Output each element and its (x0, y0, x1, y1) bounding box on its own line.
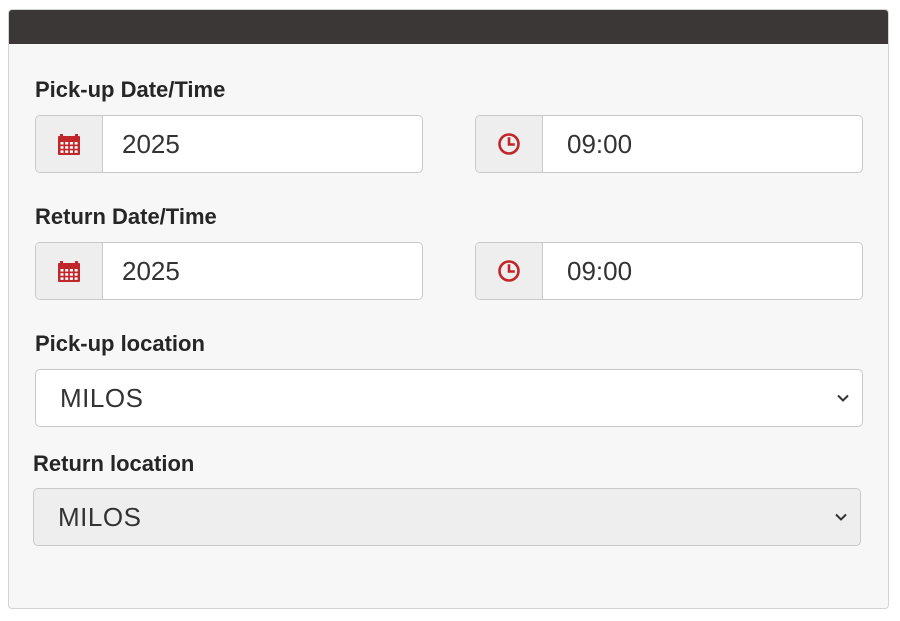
return-location-label: Return location (33, 451, 195, 476)
clock-icon (498, 133, 520, 155)
return-time-input[interactable]: 09:00 (543, 243, 862, 299)
return-date-input[interactable]: 2025 (103, 243, 422, 299)
calendar-icon (58, 261, 80, 282)
pickup-location-label: Pick-up location (35, 331, 205, 356)
pickup-location-select[interactable]: MILOS (35, 369, 863, 427)
chevron-down-icon (835, 513, 847, 521)
pickup-time-input[interactable]: 09:00 (543, 116, 862, 172)
chevron-down-icon (837, 394, 849, 402)
pickup-datetime-label: Pick-up Date/Time (35, 77, 226, 102)
pickup-time-addon[interactable] (476, 116, 543, 172)
return-time-addon[interactable] (476, 243, 543, 299)
return-date-group: 2025 (35, 242, 423, 300)
return-time-group: 09:00 (475, 242, 863, 300)
pickup-date-input[interactable]: 2025 (103, 116, 422, 172)
pickup-date-addon[interactable] (36, 116, 103, 172)
booking-panel: Pick-up Date/Time 2025 09:00 Return Date… (8, 9, 889, 609)
pickup-location-value: MILOS (60, 382, 144, 413)
return-location-value: MILOS (58, 501, 142, 532)
pickup-time-group: 09:00 (475, 115, 863, 173)
calendar-icon (58, 134, 80, 155)
return-date-addon[interactable] (36, 243, 103, 299)
panel-header-bar (9, 10, 888, 44)
return-location-select[interactable]: MILOS (33, 488, 861, 546)
clock-icon (498, 260, 520, 282)
return-datetime-label: Return Date/Time (35, 204, 217, 229)
pickup-date-group: 2025 (35, 115, 423, 173)
